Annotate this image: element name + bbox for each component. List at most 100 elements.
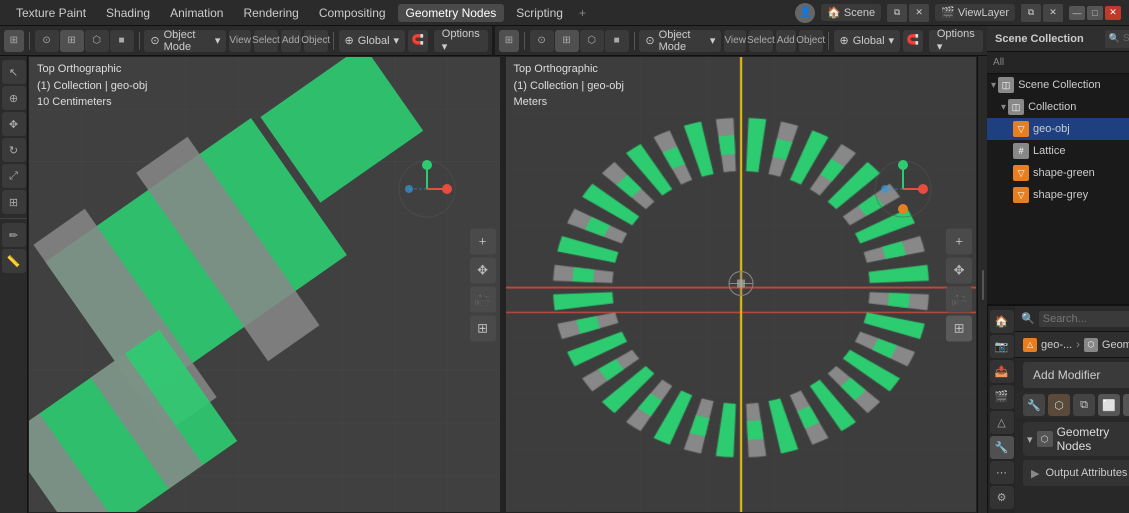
outliner-item-shape-green[interactable]: ▽ shape-green 🔧 👁 📷 xyxy=(987,162,1129,184)
outliner-item-scene-collection[interactable]: ▾ ◫ Scene Collection 👁 📷 xyxy=(987,74,1129,96)
left-viewport[interactable]: Y Top Orthographic (1) Collection | geo-… xyxy=(28,56,501,513)
outliner-item-shape-grey[interactable]: ▽ shape-grey 🔧 👁 📷 xyxy=(987,184,1129,206)
right-viewport-toggle[interactable]: ⊞ xyxy=(499,30,519,52)
user-avatar: 👤 xyxy=(795,3,815,23)
output-attribs-label: Output Attributes xyxy=(1046,467,1128,479)
overlay-grid-right[interactable]: ⊞ xyxy=(555,30,579,52)
overlay-solid[interactable]: ■ xyxy=(110,30,134,52)
left-viewport-toggle[interactable]: ⊞ xyxy=(4,30,24,52)
add-workspace-button[interactable]: + xyxy=(575,4,590,22)
props-tab-physics[interactable]: ⚙ xyxy=(990,486,1014,509)
viewlayer-copy-button[interactable]: ⧉ xyxy=(1021,4,1041,22)
props-tab-modifier[interactable]: 🔧 xyxy=(990,436,1014,459)
output-attributes-header[interactable]: ▶ Output Attributes xyxy=(1023,460,1129,486)
grab-left[interactable]: ✥ xyxy=(470,257,496,283)
object-btn-right[interactable]: Object xyxy=(799,30,823,52)
grab-right[interactable]: ✥ xyxy=(946,257,972,283)
outliner-item-collection[interactable]: ▾ ◫ Collection 👁 📷 xyxy=(987,96,1129,118)
outliner-item-lattice[interactable]: # Lattice 👁 📷 xyxy=(987,140,1129,162)
select-btn-right[interactable]: Select xyxy=(749,30,773,52)
copy-window-button[interactable]: ⧉ xyxy=(887,4,907,22)
right-view-label: Top Orthographic xyxy=(514,61,624,78)
menu-compositing[interactable]: Compositing xyxy=(311,4,394,22)
options-btn-right[interactable]: Options ▾ xyxy=(929,30,983,52)
modifier-icon-1[interactable]: 🔧 xyxy=(1023,394,1045,416)
props-search-icon: 🔍 xyxy=(1021,312,1035,325)
overlay-solid-right[interactable]: ■ xyxy=(605,30,629,52)
props-tab-output[interactable]: 📤 xyxy=(990,360,1014,383)
add-modifier-btn[interactable]: Add Modifier ▾ xyxy=(1023,362,1129,388)
header-right: 👤 🏠 Scene ⧉ ✕ 🎬 ViewLayer ⧉ ✕ — □ ✕ xyxy=(795,3,1121,23)
overlay-wire-right[interactable]: ⬡ xyxy=(580,30,604,52)
overlay-circles-right[interactable]: ⊙ xyxy=(530,30,554,52)
props-tab-scene[interactable]: 🏠 xyxy=(990,310,1014,333)
modifier-type-icon: ⬡ xyxy=(1037,431,1053,447)
modifier-expand-icon[interactable]: ▾ xyxy=(1027,433,1033,446)
tool-select[interactable]: ↖ xyxy=(2,60,26,84)
props-tab-render[interactable]: 📷 xyxy=(990,335,1014,358)
viewlayer-selector[interactable]: 🎬 ViewLayer xyxy=(935,4,1015,21)
overlay-grid[interactable]: ⊞ xyxy=(60,30,84,52)
select-btn-left[interactable]: Select xyxy=(254,30,278,52)
modifier-icon-3[interactable]: ⧉ xyxy=(1073,394,1095,416)
transform-dropdown-left[interactable]: ⊕ Global xyxy=(339,30,406,52)
menu-rendering[interactable]: Rendering xyxy=(235,4,306,22)
window-minimize[interactable]: — xyxy=(1069,6,1085,20)
options-btn-left[interactable]: Options ▾ xyxy=(434,30,488,52)
magnet-btn-left[interactable]: 🧲 xyxy=(408,30,428,52)
menu-animation[interactable]: Animation xyxy=(162,4,231,22)
camera-right[interactable]: 🎥 xyxy=(946,286,972,312)
menu-texture-paint[interactable]: Texture Paint xyxy=(8,4,94,22)
outliner-search[interactable]: 🔍 Search xyxy=(1105,30,1129,48)
left-view-label: Top Orthographic xyxy=(37,61,147,78)
tool-transform[interactable]: ⊞ xyxy=(2,190,26,214)
view-btn-right[interactable]: View xyxy=(724,30,746,52)
left-viewport-canvas xyxy=(29,57,500,513)
grid-left[interactable]: ⊞ xyxy=(470,315,496,341)
magnet-btn-right[interactable]: 🧲 xyxy=(903,30,923,52)
tb-sep1 xyxy=(29,32,30,50)
add-btn-right[interactable]: Add xyxy=(776,30,796,52)
viewlayer-close-button[interactable]: ✕ xyxy=(1043,4,1063,22)
modifier-icon-2[interactable]: ⬡ xyxy=(1048,394,1070,416)
close-window-button[interactable]: ✕ xyxy=(909,4,929,22)
tool-move[interactable]: ✥ xyxy=(2,112,26,136)
outliner-item-geo-obj[interactable]: ▽ geo-obj 🔧 ⊟ 👁 📷 xyxy=(987,118,1129,140)
view-btn-left[interactable]: View xyxy=(229,30,251,52)
mode-dropdown-right[interactable]: ⊙ Object Mode xyxy=(639,30,721,52)
overlay-wire[interactable]: ⬡ xyxy=(85,30,109,52)
menu-geometry-nodes[interactable]: Geometry Nodes xyxy=(398,4,505,22)
add-btn-left[interactable]: Add xyxy=(281,30,301,52)
transform-label-right: Global xyxy=(853,35,885,47)
right-viewport-side-tools: + ✥ 🎥 ⊞ xyxy=(946,228,972,341)
tool-rotate[interactable]: ↻ xyxy=(2,138,26,162)
props-tab-object[interactable]: △ xyxy=(990,411,1014,434)
grid-right[interactable]: ⊞ xyxy=(946,315,972,341)
scene-selector[interactable]: 🏠 Scene xyxy=(821,4,881,21)
scene-label: Scene xyxy=(844,7,875,19)
tool-measure[interactable]: 📏 xyxy=(2,249,26,273)
tool-cursor[interactable]: ⊕ xyxy=(2,86,26,110)
tool-scale[interactable]: ⤢ xyxy=(2,164,26,188)
props-search-input[interactable] xyxy=(1039,311,1129,327)
window-close[interactable]: ✕ xyxy=(1105,6,1121,20)
overlay-circles[interactable]: ⊙ xyxy=(35,30,59,52)
zoom-in-right[interactable]: + xyxy=(946,228,972,254)
right-viewport[interactable]: Y Top Orthographic (1) Collection | geo-… xyxy=(505,56,978,513)
props-tab-particles[interactable]: ⋯ xyxy=(990,461,1014,484)
camera-left[interactable]: 🎥 xyxy=(470,286,496,312)
tool-annotate[interactable]: ✏ xyxy=(2,223,26,247)
zoom-in-left[interactable]: + xyxy=(470,228,496,254)
props-tab-view[interactable]: 🎬 xyxy=(990,385,1014,408)
menu-scripting[interactable]: Scripting xyxy=(508,4,571,22)
modifier-icon-5[interactable]: ⊞ xyxy=(1123,394,1129,416)
panel-resize-handle[interactable] xyxy=(977,56,987,513)
modifier-icon-4[interactable]: ⬜ xyxy=(1098,394,1120,416)
mode-dropdown-left[interactable]: ⊙ Object Mode xyxy=(144,30,226,52)
window-maximize[interactable]: □ xyxy=(1087,6,1103,20)
mode-icon-left: ⊙ xyxy=(150,34,159,47)
breadcrumb-obj-icon: △ xyxy=(1023,338,1037,352)
transform-dropdown-right[interactable]: ⊕ Global xyxy=(834,30,901,52)
object-btn-left[interactable]: Object xyxy=(304,30,328,52)
menu-shading[interactable]: Shading xyxy=(98,4,158,22)
